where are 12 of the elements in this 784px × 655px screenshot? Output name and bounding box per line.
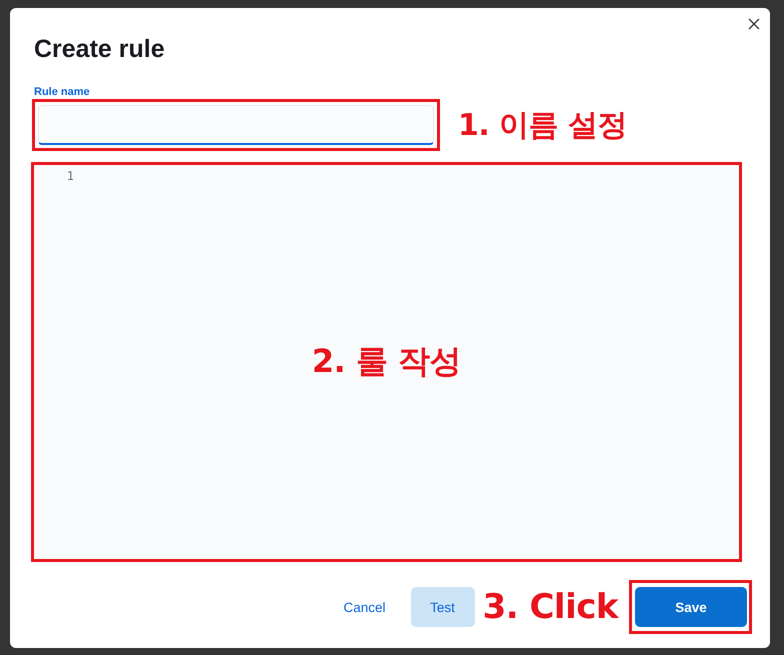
rule-name-input[interactable] — [38, 105, 434, 145]
test-button[interactable]: Test — [410, 587, 475, 627]
line-number: 1 — [66, 168, 74, 184]
dialog-title: Create rule — [34, 34, 166, 64]
annotation-text: 2. 룰 작성 — [312, 341, 462, 382]
save-button[interactable]: Save — [635, 587, 747, 627]
annotation-text: 1. 이름 설정 — [458, 106, 628, 144]
field-label: Rule name — [34, 86, 90, 99]
cancel-link[interactable]: Cancel — [344, 600, 386, 614]
annotation-text: 3. Click — [482, 587, 618, 627]
close-icon — [748, 18, 760, 30]
code-editor[interactable]: 1 2. 룰 작성 — [34, 165, 739, 559]
